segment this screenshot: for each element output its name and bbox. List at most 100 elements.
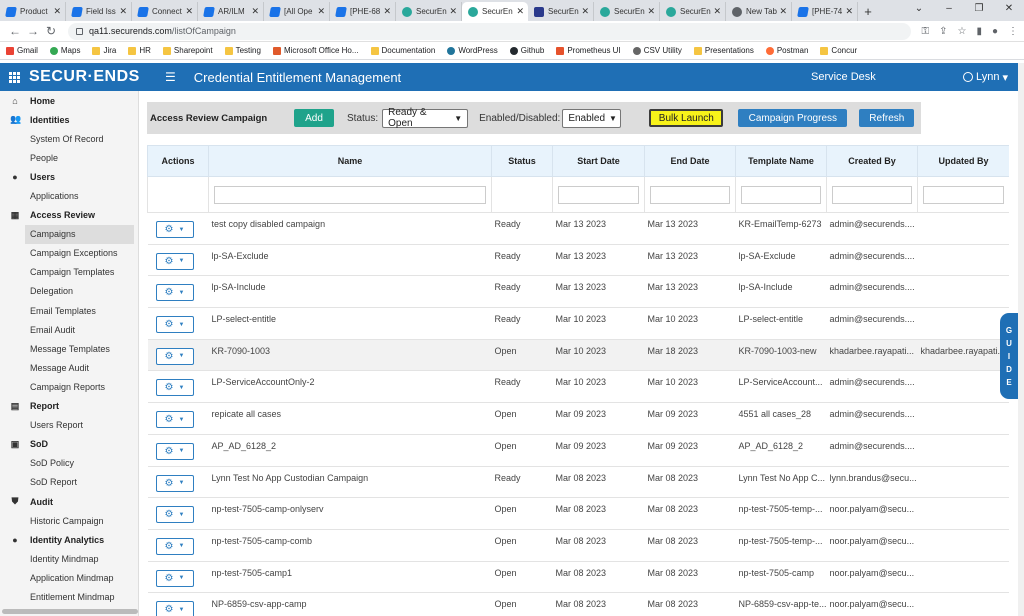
- sidebar-item-message-templates[interactable]: Message Templates: [0, 339, 138, 358]
- column-header[interactable]: Actions: [147, 145, 209, 177]
- browser-tab[interactable]: [PHE-68 ✕: [330, 2, 396, 21]
- restore-icon[interactable]: ❐: [964, 0, 994, 18]
- bookmark-item[interactable]: WordPress: [447, 46, 498, 55]
- add-button[interactable]: Add: [294, 109, 334, 127]
- row-actions-button[interactable]: ⚙ ▼: [155, 537, 194, 555]
- sidebar-item-campaign-templates[interactable]: Campaign Templates: [0, 263, 138, 282]
- row-actions-button[interactable]: ⚙ ▼: [155, 474, 194, 492]
- share-icon[interactable]: ⇪: [939, 26, 947, 37]
- sidebar-item-delegation[interactable]: Delegation: [0, 282, 138, 301]
- table-row[interactable]: ⚙ ▼ lp-SA-Include Ready Mar 13 2023 Mar 13 20…: [147, 275, 1009, 309]
- close-icon[interactable]: ✕: [449, 6, 457, 17]
- close-icon[interactable]: ✕: [516, 6, 524, 17]
- sidebar-item-sod-policy[interactable]: SoD Policy: [0, 454, 138, 473]
- sidebar-item-email-templates[interactable]: Email Templates: [0, 301, 138, 320]
- table-row[interactable]: ⚙ ▼ NP-6859-csv-app-camp Open Mar 08 2023 Mar…: [147, 592, 1009, 616]
- column-header[interactable]: End Date: [644, 145, 736, 177]
- bulk-launch-button[interactable]: Bulk Launch: [649, 109, 724, 127]
- row-actions-button[interactable]: ⚙ ▼: [155, 411, 194, 429]
- start-date-filter-input[interactable]: [558, 185, 639, 204]
- bookmark-item[interactable]: Presentations: [693, 46, 754, 55]
- sidebar-item-home[interactable]: ⌂ Home: [0, 91, 138, 110]
- close-icon[interactable]: ✕: [994, 0, 1024, 18]
- updated-by-filter-input[interactable]: [923, 185, 1004, 204]
- sidebar-item-identity-mindmap[interactable]: Identity Mindmap: [0, 549, 138, 568]
- table-row[interactable]: ⚙ ▼ test copy disabled campaign Ready Mar 13…: [147, 212, 1009, 245]
- close-icon[interactable]: ✕: [119, 6, 127, 17]
- sidebar-item-report[interactable]: ▤ Report: [0, 397, 138, 416]
- row-actions-button[interactable]: ⚙ ▼: [155, 316, 194, 334]
- close-icon[interactable]: ✕: [779, 6, 787, 17]
- row-actions-button[interactable]: ⚙ ▼: [155, 569, 194, 587]
- reload-icon[interactable]: ↻: [42, 24, 60, 38]
- row-actions-button[interactable]: ⚙ ▼: [155, 221, 194, 238]
- sidebar-item-users[interactable]: ● Users: [0, 167, 138, 186]
- minimize-icon[interactable]: –: [934, 0, 964, 18]
- close-icon[interactable]: ✕: [251, 6, 259, 17]
- sidebar-item-campaigns[interactable]: Campaigns: [25, 224, 134, 244]
- row-actions-button[interactable]: ⚙ ▼: [155, 284, 194, 302]
- browser-tab[interactable]: Field Iss ✕: [66, 2, 132, 21]
- bookmark-item[interactable]: Jira: [92, 46, 116, 55]
- profile-icon[interactable]: ●: [992, 26, 998, 37]
- close-icon[interactable]: ✕: [53, 6, 61, 17]
- column-header[interactable]: Name: [208, 145, 492, 177]
- browser-tab[interactable]: SecurEn ✕: [594, 2, 660, 21]
- bookmark-item[interactable]: HR: [128, 46, 151, 55]
- table-row[interactable]: ⚙ ▼ AP_AD_6128_2 Open Mar 09 2023 Mar 09 2023…: [147, 434, 1009, 467]
- browser-tab[interactable]: SecurEn ✕: [462, 2, 528, 21]
- sidebar-scrollbar[interactable]: [2, 609, 138, 614]
- sidebar-item-email-audit[interactable]: Email Audit: [0, 320, 138, 339]
- table-row[interactable]: ⚙ ▼ repicate all cases Open Mar 09 2023 Mar 0…: [147, 402, 1009, 435]
- url-field[interactable]: qa11.securends.com/listOfCampaign: [68, 22, 912, 40]
- hamburger-icon[interactable]: ☰: [165, 70, 176, 84]
- bookmark-item[interactable]: Testing: [224, 46, 261, 55]
- column-header[interactable]: Status: [491, 145, 553, 177]
- browser-tab[interactable]: Connect ✕: [132, 2, 198, 21]
- browser-tab[interactable]: [All Ope ✕: [264, 2, 330, 21]
- browser-tab[interactable]: SecurEn ✕: [660, 2, 726, 21]
- sidebar-item-system-of-record[interactable]: System Of Record: [0, 129, 138, 148]
- star-icon[interactable]: ☆: [957, 26, 966, 37]
- browser-tab[interactable]: New Tab ✕: [726, 2, 792, 21]
- app-logo[interactable]: SECUR·ENDS: [29, 68, 139, 86]
- sidebar-item-access-review[interactable]: ▦ Access Review: [0, 206, 138, 225]
- sidebar-item-sod-report[interactable]: SoD Report: [0, 473, 138, 492]
- column-header[interactable]: Updated By: [917, 145, 1009, 177]
- created-by-filter-input[interactable]: [832, 185, 912, 204]
- table-row[interactable]: ⚙ ▼ Lynn Test No App Custodian Campaign Rea…: [147, 466, 1009, 499]
- close-icon[interactable]: ✕: [845, 6, 853, 17]
- refresh-button[interactable]: Refresh: [859, 109, 915, 127]
- bookmark-item[interactable]: Concur: [820, 46, 857, 55]
- sidebar-item-applications[interactable]: Applications: [0, 186, 138, 205]
- browser-tab[interactable]: AR/ILM ✕: [198, 2, 264, 21]
- table-row[interactable]: ⚙ ▼ LP-select-entitle Ready Mar 10 2023 Mar 1…: [147, 307, 1009, 340]
- table-row[interactable]: ⚙ ▼ np-test-7505-camp-onlyserv Open Mar 08 2…: [147, 497, 1009, 530]
- menu-icon[interactable]: ⋮: [1008, 26, 1018, 37]
- row-actions-button[interactable]: ⚙ ▼: [155, 506, 194, 524]
- sidebar-item-application-mindmap[interactable]: Application Mindmap: [0, 568, 138, 587]
- browser-tab[interactable]: SecurEn ✕: [528, 2, 594, 21]
- row-actions-button[interactable]: ⚙ ▼: [155, 601, 194, 616]
- browser-tab[interactable]: SecurEn ✕: [396, 2, 462, 21]
- user-menu[interactable]: Lynn ▾: [963, 71, 1008, 84]
- bookmark-item[interactable]: Postman: [765, 46, 808, 55]
- service-desk-link[interactable]: Service Desk: [811, 71, 876, 83]
- bookmark-item[interactable]: Documentation: [370, 46, 435, 55]
- close-icon[interactable]: ✕: [581, 6, 589, 17]
- guide-tab[interactable]: GUIDE: [1000, 313, 1018, 399]
- row-actions-button[interactable]: ⚙ ▼: [155, 252, 194, 270]
- table-row[interactable]: ⚙ ▼ KR-7090-1003 Open Mar 10 2023 Mar 18 2023…: [147, 339, 1009, 372]
- sidebar-item-identities[interactable]: 👥 Identities: [0, 110, 138, 129]
- close-icon[interactable]: ✕: [713, 6, 721, 17]
- row-actions-button[interactable]: ⚙ ▼: [155, 347, 194, 365]
- status-select[interactable]: Ready & Open ▼: [382, 107, 469, 129]
- sidebar-item-entitlement-mindmap[interactable]: Entitlement Mindmap: [0, 587, 138, 606]
- sidebar-item-users-report[interactable]: Users Report: [0, 416, 138, 435]
- bookmark-item[interactable]: CSV Utility: [632, 46, 682, 55]
- enabled-select[interactable]: Enabled ▼: [562, 108, 622, 128]
- column-header[interactable]: Template Name: [735, 145, 827, 177]
- close-icon[interactable]: ✕: [185, 6, 193, 17]
- sidebar-item-audit[interactable]: ⛊ Audit: [0, 492, 138, 511]
- bookmark-item[interactable]: Sharepoint: [162, 46, 213, 55]
